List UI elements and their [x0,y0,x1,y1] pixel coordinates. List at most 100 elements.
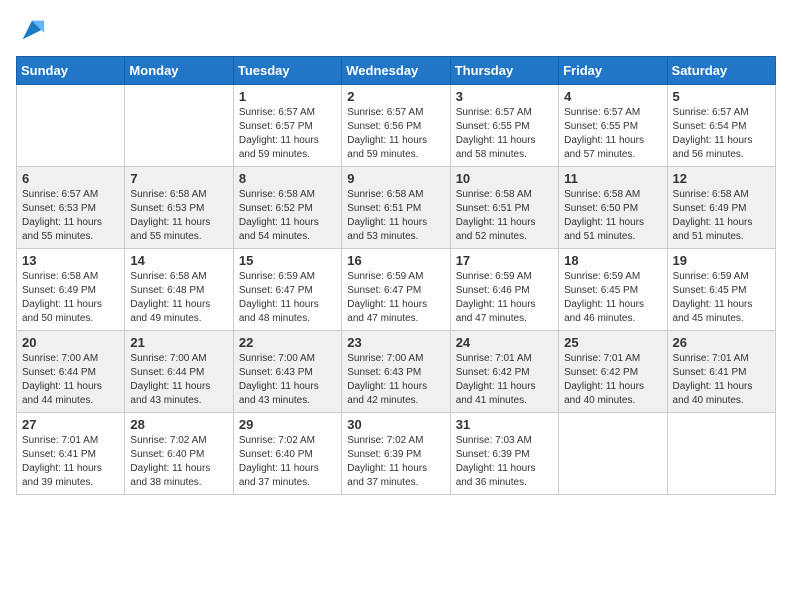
day-info: Sunrise: 7:02 AMSunset: 6:40 PMDaylight:… [130,434,227,490]
calendar-week-4: 20 Sunrise: 7:00 AMSunset: 6:44 PMDayligh… [17,331,776,413]
day-info: Sunrise: 7:00 AMSunset: 6:44 PMDaylight:… [130,352,227,408]
day-info: Sunrise: 6:58 AMSunset: 6:50 PMDaylight:… [564,188,661,244]
calendar-cell: 23 Sunrise: 7:00 AMSunset: 6:43 PMDayligh… [342,331,450,413]
day-number: 24 [456,335,553,350]
calendar-cell: 7 Sunrise: 6:58 AMSunset: 6:53 PMDaylight… [125,167,233,249]
calendar-cell: 5 Sunrise: 6:57 AMSunset: 6:54 PMDaylight… [667,85,775,167]
day-number: 27 [22,417,119,432]
day-info: Sunrise: 6:58 AMSunset: 6:53 PMDaylight:… [130,188,227,244]
day-info: Sunrise: 6:58 AMSunset: 6:51 PMDaylight:… [456,188,553,244]
day-info: Sunrise: 6:57 AMSunset: 6:54 PMDaylight:… [673,106,770,162]
calendar-cell: 25 Sunrise: 7:01 AMSunset: 6:42 PMDayligh… [559,331,667,413]
calendar-cell: 8 Sunrise: 6:58 AMSunset: 6:52 PMDaylight… [233,167,341,249]
day-number: 26 [673,335,770,350]
calendar-cell [17,85,125,167]
day-number: 1 [239,89,336,104]
calendar-week-5: 27 Sunrise: 7:01 AMSunset: 6:41 PMDayligh… [17,413,776,495]
day-number: 25 [564,335,661,350]
page-header [16,16,776,44]
calendar-cell: 28 Sunrise: 7:02 AMSunset: 6:40 PMDayligh… [125,413,233,495]
calendar-cell: 24 Sunrise: 7:01 AMSunset: 6:42 PMDayligh… [450,331,558,413]
day-info: Sunrise: 6:58 AMSunset: 6:49 PMDaylight:… [22,270,119,326]
day-info: Sunrise: 6:57 AMSunset: 6:56 PMDaylight:… [347,106,444,162]
calendar-cell: 20 Sunrise: 7:00 AMSunset: 6:44 PMDayligh… [17,331,125,413]
calendar-week-1: 1Sunrise: 6:57 AMSunset: 6:57 PMDaylight… [17,85,776,167]
day-number: 30 [347,417,444,432]
day-info: Sunrise: 7:00 AMSunset: 6:44 PMDaylight:… [22,352,119,408]
calendar-cell: 2 Sunrise: 6:57 AMSunset: 6:56 PMDaylight… [342,85,450,167]
calendar-cell: 21Sunrise: 7:00 AMSunset: 6:44 PMDayligh… [125,331,233,413]
calendar-header-saturday: Saturday [667,57,775,85]
day-number: 3 [456,89,553,104]
day-info: Sunrise: 6:57 AMSunset: 6:55 PMDaylight:… [456,106,553,162]
calendar-cell: 29Sunrise: 7:02 AMSunset: 6:40 PMDayligh… [233,413,341,495]
calendar-cell: 22 Sunrise: 7:00 AMSunset: 6:43 PMDayligh… [233,331,341,413]
day-number: 16 [347,253,444,268]
calendar-header-monday: Monday [125,57,233,85]
day-number: 23 [347,335,444,350]
day-number: 2 [347,89,444,104]
calendar-cell: 16Sunrise: 6:59 AMSunset: 6:47 PMDayligh… [342,249,450,331]
day-info: Sunrise: 6:58 AMSunset: 6:52 PMDaylight:… [239,188,336,244]
calendar-header-tuesday: Tuesday [233,57,341,85]
day-info: Sunrise: 6:57 AMSunset: 6:53 PMDaylight:… [22,188,119,244]
day-number: 15 [239,253,336,268]
calendar-cell: 15Sunrise: 6:59 AMSunset: 6:47 PMDayligh… [233,249,341,331]
day-info: Sunrise: 7:00 AMSunset: 6:43 PMDaylight:… [239,352,336,408]
calendar: SundayMondayTuesdayWednesdayThursdayFrid… [16,56,776,495]
day-number: 11 [564,171,661,186]
day-info: Sunrise: 6:59 AMSunset: 6:46 PMDaylight:… [456,270,553,326]
day-info: Sunrise: 6:59 AMSunset: 6:45 PMDaylight:… [564,270,661,326]
calendar-cell: 9Sunrise: 6:58 AMSunset: 6:51 PMDaylight… [342,167,450,249]
calendar-header-sunday: Sunday [17,57,125,85]
day-number: 14 [130,253,227,268]
day-number: 6 [22,171,119,186]
day-number: 10 [456,171,553,186]
day-number: 5 [673,89,770,104]
calendar-cell: 13 Sunrise: 6:58 AMSunset: 6:49 PMDayligh… [17,249,125,331]
calendar-week-3: 13 Sunrise: 6:58 AMSunset: 6:49 PMDayligh… [17,249,776,331]
day-info: Sunrise: 7:01 AMSunset: 6:42 PMDaylight:… [456,352,553,408]
day-number: 4 [564,89,661,104]
day-number: 29 [239,417,336,432]
calendar-cell: 6 Sunrise: 6:57 AMSunset: 6:53 PMDaylight… [17,167,125,249]
calendar-cell: 11 Sunrise: 6:58 AMSunset: 6:50 PMDayligh… [559,167,667,249]
calendar-cell: 26Sunrise: 7:01 AMSunset: 6:41 PMDayligh… [667,331,775,413]
day-number: 28 [130,417,227,432]
day-info: Sunrise: 7:00 AMSunset: 6:43 PMDaylight:… [347,352,444,408]
day-number: 20 [22,335,119,350]
calendar-cell: 1Sunrise: 6:57 AMSunset: 6:57 PMDaylight… [233,85,341,167]
day-info: Sunrise: 7:03 AMSunset: 6:39 PMDaylight:… [456,434,553,490]
day-info: Sunrise: 6:58 AMSunset: 6:49 PMDaylight:… [673,188,770,244]
day-info: Sunrise: 6:57 AMSunset: 6:55 PMDaylight:… [564,106,661,162]
calendar-header-wednesday: Wednesday [342,57,450,85]
calendar-cell: 30 Sunrise: 7:02 AMSunset: 6:39 PMDayligh… [342,413,450,495]
calendar-cell: 12 Sunrise: 6:58 AMSunset: 6:49 PMDayligh… [667,167,775,249]
day-number: 8 [239,171,336,186]
day-number: 22 [239,335,336,350]
day-number: 13 [22,253,119,268]
calendar-cell: 18 Sunrise: 6:59 AMSunset: 6:45 PMDayligh… [559,249,667,331]
calendar-cell: 4 Sunrise: 6:57 AMSunset: 6:55 PMDaylight… [559,85,667,167]
day-info: Sunrise: 7:02 AMSunset: 6:39 PMDaylight:… [347,434,444,490]
calendar-cell: 19Sunrise: 6:59 AMSunset: 6:45 PMDayligh… [667,249,775,331]
day-info: Sunrise: 6:59 AMSunset: 6:45 PMDaylight:… [673,270,770,326]
calendar-cell: 3 Sunrise: 6:57 AMSunset: 6:55 PMDaylight… [450,85,558,167]
calendar-header-friday: Friday [559,57,667,85]
day-number: 17 [456,253,553,268]
day-number: 31 [456,417,553,432]
calendar-cell [125,85,233,167]
calendar-cell: 31 Sunrise: 7:03 AMSunset: 6:39 PMDayligh… [450,413,558,495]
logo [16,16,46,44]
day-number: 12 [673,171,770,186]
day-number: 18 [564,253,661,268]
calendar-cell: 10 Sunrise: 6:58 AMSunset: 6:51 PMDayligh… [450,167,558,249]
logo-icon [18,16,46,44]
day-info: Sunrise: 7:01 AMSunset: 6:42 PMDaylight:… [564,352,661,408]
day-info: Sunrise: 7:01 AMSunset: 6:41 PMDaylight:… [22,434,119,490]
calendar-cell: 27 Sunrise: 7:01 AMSunset: 6:41 PMDayligh… [17,413,125,495]
day-number: 7 [130,171,227,186]
calendar-cell [667,413,775,495]
day-info: Sunrise: 6:58 AMSunset: 6:48 PMDaylight:… [130,270,227,326]
calendar-header-thursday: Thursday [450,57,558,85]
